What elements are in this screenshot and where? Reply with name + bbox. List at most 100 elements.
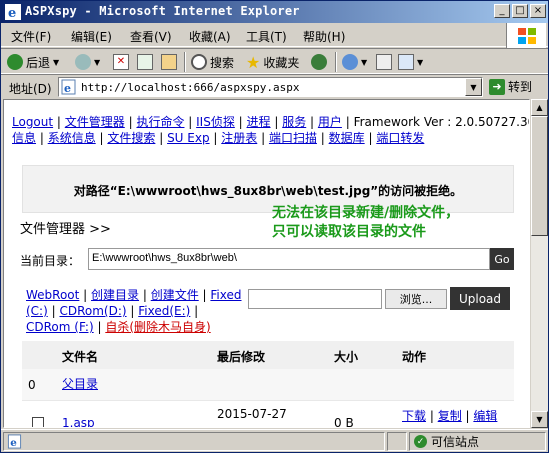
media-icon xyxy=(311,54,327,70)
row-checkbox[interactable] xyxy=(32,417,44,427)
link-drive-e[interactable]: Fixed(E:) xyxy=(138,304,190,318)
current-dir-label: 当前目录： xyxy=(20,254,81,268)
menu-tools[interactable]: 工具(T) xyxy=(246,28,287,45)
print-button[interactable] xyxy=(376,52,392,72)
file-link[interactable]: 1.asp xyxy=(62,416,95,427)
row-index: 0 xyxy=(28,378,36,392)
nav-file-search[interactable]: 文件搜索 xyxy=(107,131,155,145)
col-filename: 文件名 xyxy=(62,350,99,364)
status-zone: ✓ 可信站点 xyxy=(409,432,546,451)
minimize-button[interactable]: _ xyxy=(494,4,510,18)
annotation-line-1: 无法在该目录新建/删除文件， xyxy=(272,205,460,221)
nav-users[interactable]: 用户 xyxy=(318,115,342,129)
back-label: 后退 xyxy=(26,55,51,70)
nav-logout[interactable]: Logout xyxy=(12,115,53,129)
dir-go-button[interactable]: Go xyxy=(490,248,514,270)
link-self-delete[interactable]: 自杀(删除木马自身) xyxy=(105,320,210,334)
nav-iis-spy[interactable]: IIS侦探 xyxy=(196,115,235,129)
link-drive-f[interactable]: CDRom (F:) xyxy=(26,320,94,334)
chevron-down-icon: ▼ xyxy=(94,57,101,67)
home-icon xyxy=(161,54,177,70)
stop-button[interactable]: ✕ xyxy=(113,52,129,72)
address-bar: 地址(D) e http://localhost:666/aspxspy.asp… xyxy=(1,74,548,98)
zone-label: 可信站点 xyxy=(431,435,480,449)
action-download[interactable]: 下载 xyxy=(402,409,426,423)
chevron-down-icon: ▼ xyxy=(53,57,60,67)
table-row: 0 父目录 xyxy=(22,369,514,401)
col-modified: 最后修改 xyxy=(217,350,266,364)
address-dropdown-button[interactable]: ▼ xyxy=(465,78,482,96)
media-button[interactable] xyxy=(311,52,327,72)
refresh-icon xyxy=(137,54,153,70)
search-button[interactable]: 搜索 xyxy=(191,52,234,72)
scroll-thumb[interactable] xyxy=(531,116,548,236)
toolbar: 后退 ▼ ▼ ✕ 搜索 ★ 收藏夹 ▼ ▼ xyxy=(1,48,548,74)
edit-button[interactable]: ▼ xyxy=(398,52,423,72)
link-create-file[interactable]: 创建文件 xyxy=(151,288,199,302)
action-edit[interactable]: 编辑 xyxy=(473,409,497,423)
menu-view[interactable]: 查看(V) xyxy=(130,28,172,45)
current-dir-input[interactable]: E:\wwwroot\hws_8ux8br\web\ xyxy=(88,248,490,270)
file-manager-title: 文件管理器 >> xyxy=(20,222,111,237)
address-input[interactable]: e http://localhost:666/aspxspy.aspx ▼ xyxy=(58,77,483,97)
svg-text:e: e xyxy=(64,82,71,95)
nav-file-manager[interactable]: 文件管理器 xyxy=(65,115,125,129)
menu-bar: 文件(F) 编辑(E) 查看(V) 收藏(A) 工具(T) 帮助(H) xyxy=(1,23,548,49)
upload-file-input[interactable] xyxy=(248,289,382,309)
back-button[interactable]: 后退 ▼ xyxy=(7,52,59,72)
nav-services[interactable]: 服务 xyxy=(282,115,306,129)
table-row: 1.asp 2015-07-27 0 B 下载 | 复制 | 编辑 xyxy=(22,401,514,427)
svg-text:e: e xyxy=(8,6,16,20)
nav-system-info[interactable]: 系统信息 xyxy=(48,131,96,145)
address-label: 地址(D) xyxy=(9,82,52,96)
page-content: Logout | 文件管理器 | 执行命令 | IIS侦探 | 进程 | 服务 … xyxy=(3,99,530,428)
nav-port-scan[interactable]: 端口扫描 xyxy=(269,131,317,145)
refresh-button[interactable] xyxy=(137,52,153,72)
framework-version: Framework Ver : 2.0.50727.3053 xyxy=(353,115,529,129)
upload-button[interactable]: Upload xyxy=(450,287,510,310)
annotation-note: 无法在该目录新建/删除文件， 只可以读取该目录的文件 xyxy=(272,204,529,242)
drive-links: WebRoot | 创建目录 | 创建文件 | Fixed (C:) | CDR… xyxy=(26,288,242,334)
windows-logo-icon xyxy=(506,23,546,49)
action-copy[interactable]: 复制 xyxy=(438,409,462,423)
nav-database[interactable]: 数据库 xyxy=(329,131,365,145)
link-webroot[interactable]: WebRoot xyxy=(26,288,79,302)
go-arrow-icon: ➜ xyxy=(489,78,505,95)
nav-su-exp[interactable]: SU Exp xyxy=(167,131,210,145)
status-pane-main: e xyxy=(3,432,385,451)
menu-help[interactable]: 帮助(H) xyxy=(303,28,345,45)
maximize-button[interactable]: □ xyxy=(512,4,528,18)
menu-edit[interactable]: 编辑(E) xyxy=(71,28,112,45)
go-button[interactable]: ➜ 转到 xyxy=(489,78,532,95)
menu-file[interactable]: 文件(F) xyxy=(11,28,51,45)
nav-registry[interactable]: 注册表 xyxy=(221,131,257,145)
scroll-up-button[interactable]: ▲ xyxy=(531,99,548,116)
link-drive-d[interactable]: CDRom(D:) xyxy=(59,304,126,318)
browse-button[interactable]: 浏览... xyxy=(385,289,447,309)
nav-info[interactable]: 信息 xyxy=(12,131,36,145)
col-size: 大小 xyxy=(334,350,359,364)
link-create-dir[interactable]: 创建目录 xyxy=(91,288,139,302)
nav-exec-command[interactable]: 执行命令 xyxy=(136,115,184,129)
title-bar: e ASPXspy - Microsoft Internet Explorer … xyxy=(1,1,548,23)
parent-dir-link[interactable]: 父目录 xyxy=(62,375,98,392)
svg-text:e: e xyxy=(10,437,17,449)
menu-favorites[interactable]: 收藏(A) xyxy=(189,28,231,45)
ie-logo-icon: e xyxy=(5,4,21,20)
check-icon: ✓ xyxy=(414,435,427,448)
address-url: http://localhost:666/aspxspy.aspx xyxy=(81,81,300,94)
edit-icon xyxy=(398,54,414,70)
home-button[interactable] xyxy=(161,52,177,72)
status-pane-empty xyxy=(387,432,407,451)
vertical-scrollbar[interactable]: ▲ ▼ xyxy=(531,99,548,428)
forward-button[interactable]: ▼ xyxy=(75,52,100,72)
nav-port-forward[interactable]: 端口转发 xyxy=(376,131,424,145)
mail-button[interactable]: ▼ xyxy=(342,52,367,72)
favorites-label: 收藏夹 xyxy=(263,55,300,70)
ie-window: e ASPXspy - Microsoft Internet Explorer … xyxy=(0,0,549,453)
close-button[interactable]: × xyxy=(530,4,546,18)
nav-process[interactable]: 进程 xyxy=(247,115,271,129)
scroll-down-button[interactable]: ▼ xyxy=(531,411,548,428)
favorites-button[interactable]: ★ 收藏夹 xyxy=(246,52,299,72)
back-arrow-icon xyxy=(7,54,23,70)
